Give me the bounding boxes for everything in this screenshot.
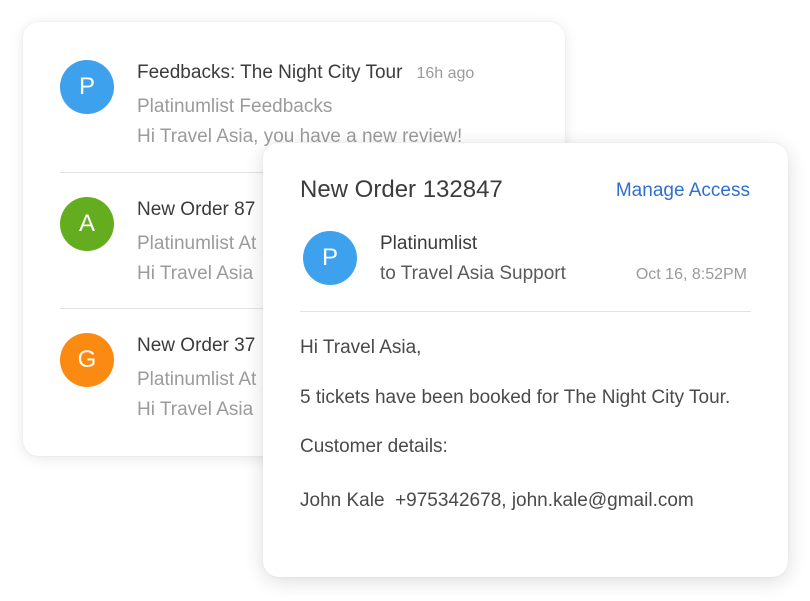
- order-detail-card: New Order 132847 Manage Access P Platinu…: [263, 143, 788, 577]
- inbox-item-preview: Hi Travel Asia: [137, 263, 254, 284]
- customer-details: John Kale +975342678, john.kale@gmail.co…: [300, 490, 694, 511]
- inbox-item-time: 16h ago: [416, 65, 475, 82]
- sender-name: Platinumlist: [380, 233, 478, 254]
- sender-avatar: P: [303, 231, 357, 285]
- customer-details-label: Customer details:: [300, 436, 448, 457]
- inbox-item-sender: Platinumlist At: [137, 369, 257, 390]
- message-body: Hi Travel Asia, 5 tickets have been book…: [300, 334, 750, 514]
- inbox-item-subject: Feedbacks: The Night City Tour: [137, 62, 403, 83]
- manage-access-link[interactable]: Manage Access: [616, 180, 750, 202]
- inbox-item-sender: Platinumlist At: [137, 233, 257, 254]
- divider: [300, 311, 751, 312]
- avatar: G: [60, 333, 114, 387]
- sent-timestamp: Oct 16, 8:52PM: [635, 266, 747, 283]
- inbox-item-text: Feedbacks: The Night City Tour 16h ago Pl…: [137, 62, 474, 152]
- inbox-item-text: New Order 87 Platinumlist At Hi Travel A…: [137, 199, 256, 289]
- message-booking-text: 5 tickets have been booked for The Night…: [300, 387, 731, 408]
- avatar: A: [60, 197, 114, 251]
- avatar: P: [60, 60, 114, 114]
- stage: P Feedbacks: The Night City Tour 16h ago …: [0, 0, 810, 601]
- recipient-line: to Travel Asia Support: [380, 263, 566, 284]
- inbox-item-preview: Hi Travel Asia: [137, 399, 254, 420]
- inbox-item-text: New Order 37 Platinumlist At Hi Travel A…: [137, 335, 256, 425]
- inbox-item-title: Feedbacks: The Night City Tour 16h ago: [137, 62, 474, 84]
- inbox-item-feedbacks[interactable]: P Feedbacks: The Night City Tour 16h ago …: [60, 22, 565, 158]
- message-greeting: Hi Travel Asia,: [300, 337, 422, 358]
- inbox-item-subject: New Order 37: [137, 335, 256, 356]
- order-title: New Order 132847: [300, 176, 503, 203]
- inbox-item-sender: Platinumlist Feedbacks: [137, 96, 333, 117]
- inbox-item-subject: New Order 87: [137, 199, 256, 220]
